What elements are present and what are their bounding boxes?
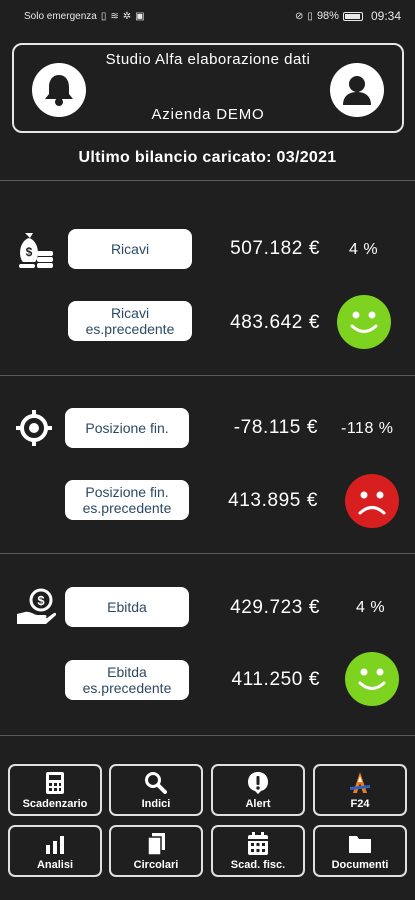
happy-face-icon — [337, 295, 391, 349]
ebitda-previous-value: 411.250 € — [231, 669, 320, 690]
search-icon — [144, 770, 168, 796]
battery-percent: 98% — [316, 10, 339, 22]
nfc-icon: ▣ — [135, 10, 145, 22]
revenue-value: 507.182 € — [230, 238, 320, 259]
alert-icon — [246, 770, 270, 796]
sim-icon: ▯ — [100, 10, 107, 22]
vibrate-icon: ▯ — [307, 10, 313, 22]
mute-icon: ⊘ — [295, 10, 304, 22]
nav-indici-button[interactable]: Indici — [109, 764, 203, 816]
settings-icon: ✲ — [122, 10, 132, 22]
battery-icon — [342, 11, 363, 21]
wifi-icon: ≋ — [110, 10, 119, 22]
financial-position-change: -118 % — [341, 420, 394, 437]
happy-face-icon — [345, 652, 399, 706]
divider — [0, 375, 415, 376]
last-balance-title: Ultimo bilancio caricato: 03/2021 — [78, 149, 337, 166]
documents-icon — [145, 831, 167, 857]
company-name: Azienda DEMO — [151, 106, 265, 123]
nav-label: Scadenzario — [22, 798, 88, 810]
ebitda-value: 429.723 € — [230, 597, 320, 618]
carrier-text: Solo emergenza — [24, 10, 97, 22]
status-bar: Solo emergenza ▯ ≋ ✲ ▣ ⊘ ▯ 98% 09:34 — [0, 0, 415, 32]
revenue-previous-button[interactable]: Ricavi es.precedente — [68, 301, 192, 341]
revenue-change: 4 % — [349, 241, 379, 258]
financial-position-value: -78.115 € — [233, 417, 318, 438]
nav-scadenzario-button[interactable]: Scadenzario — [8, 764, 102, 816]
divider — [0, 553, 415, 554]
nav-label: Scad. fisc. — [230, 859, 286, 871]
financial-position-previous-button[interactable]: Posizione fin. es.precedente — [65, 480, 189, 520]
user-icon[interactable] — [330, 63, 384, 117]
nav-label: Indici — [141, 798, 171, 810]
nav-alert-button[interactable]: Alert — [211, 764, 305, 816]
divider — [0, 180, 415, 181]
nav-label: Documenti — [331, 859, 389, 871]
nav-label: F24 — [350, 798, 370, 810]
nav-f24-button[interactable]: F24 — [313, 764, 407, 816]
calculator-icon — [45, 770, 65, 796]
f24-logo-icon — [347, 770, 373, 796]
svg-text:$: $ — [37, 593, 45, 608]
clock: 09:34 — [370, 9, 401, 23]
financial-position-previous-value: 413.895 € — [228, 490, 318, 511]
sad-face-icon — [345, 474, 399, 528]
revenue-button[interactable]: Ricavi — [68, 229, 192, 269]
revenue-previous-value: 483.642 € — [230, 312, 320, 333]
folder-icon — [348, 831, 372, 857]
financial-position-button[interactable]: Posizione fin. — [65, 408, 189, 448]
divider — [0, 735, 415, 736]
target-icon — [14, 408, 54, 448]
nav-label: Circolari — [133, 859, 179, 871]
nav-analisi-button[interactable]: Analisi — [8, 825, 102, 877]
bar-chart-icon — [43, 831, 67, 857]
nav-label: Analisi — [36, 859, 74, 871]
ebitda-button[interactable]: Ebitda — [65, 587, 189, 627]
nav-documenti-button[interactable]: Documenti — [313, 825, 407, 877]
nav-label: Alert — [245, 798, 271, 810]
studio-name: Studio Alfa elaborazione dati — [105, 51, 311, 68]
ebitda-previous-button[interactable]: Ebitda es.precedente — [65, 660, 189, 700]
calendar-icon — [247, 831, 269, 857]
nav-circolari-button[interactable]: Circolari — [109, 825, 203, 877]
svg-text:$: $ — [26, 245, 33, 259]
header-card: Studio Alfa elaborazione dati Azienda DE… — [12, 43, 404, 133]
hand-coin-icon: $ — [14, 587, 58, 629]
nav-scad-fisc-button[interactable]: Scad. fisc. — [211, 825, 305, 877]
ebitda-change: 4 % — [356, 599, 386, 616]
bell-icon[interactable] — [32, 63, 86, 117]
money-bags-icon: $ — [14, 228, 58, 272]
